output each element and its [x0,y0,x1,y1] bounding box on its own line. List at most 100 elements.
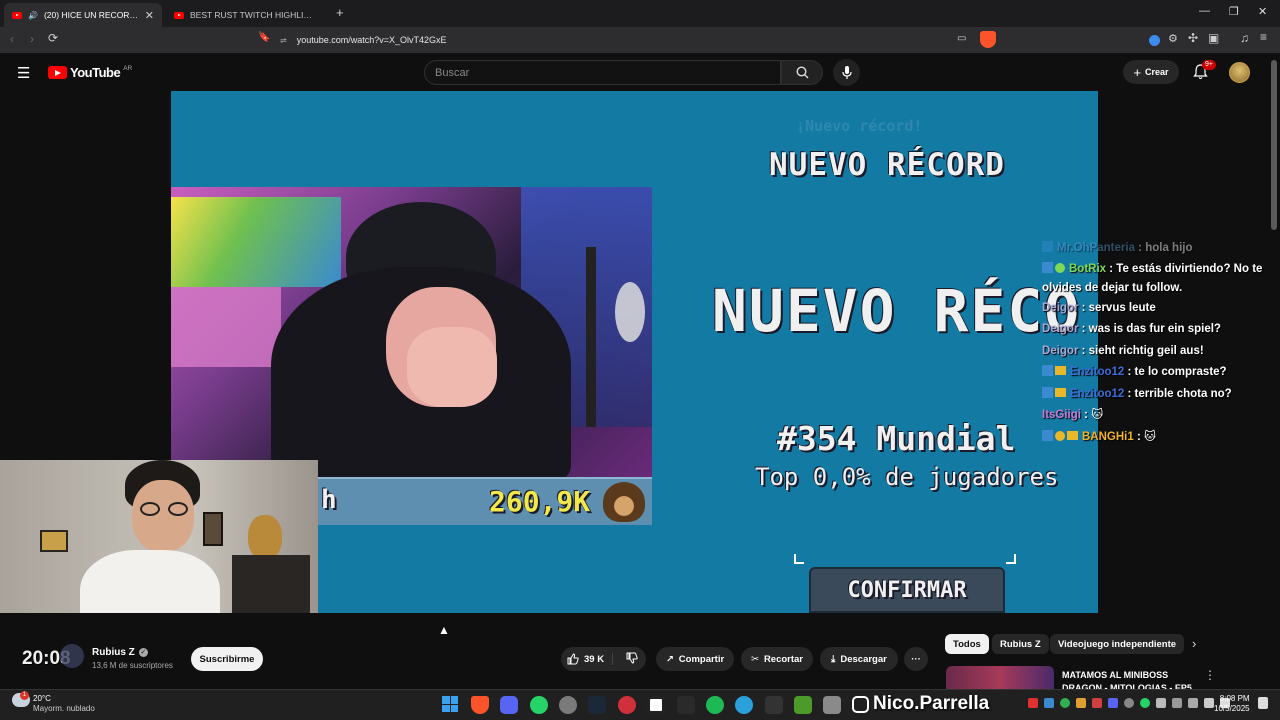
notifications-button[interactable]: 9+ [1193,60,1216,85]
related-video-thumbnail[interactable] [946,666,1054,690]
chat-user: Deigor [1042,323,1079,335]
notion-taskbar-icon[interactable] [647,696,665,714]
channel-name-row[interactable]: Rubius Z ✓ [92,647,148,658]
brave-taskbar-icon[interactable] [471,696,489,714]
chevron-right-icon[interactable]: › [1192,636,1196,651]
address-bar[interactable]: ⇌ youtube.com/watch?v=X_OlvT42GxE [280,29,1000,51]
spotify-taskbar-icon[interactable] [706,696,724,714]
chat-user: Enzitoo12 [1070,366,1125,378]
chat-user: Mr.OhPanteria [1057,242,1135,254]
more-vertical-icon[interactable]: ⋮ [1204,668,1216,682]
chat-text: te lo compraste? [1134,366,1227,378]
channel-avatar[interactable] [60,644,84,668]
avatar[interactable] [1229,62,1250,83]
taskbar-date: 10/5/2025 [1214,704,1250,713]
microphone-icon [841,65,852,79]
chat-user: BotRix [1069,262,1107,275]
minimize-window-icon[interactable]: — [1199,5,1210,17]
download-button[interactable]: ⤓ Descargar [820,647,898,671]
microphone-tray-icon[interactable] [1172,698,1182,708]
notifications-center-icon[interactable] [1258,697,1268,709]
forward-icon[interactable]: › [30,32,34,46]
whatsapp-taskbar-icon[interactable] [530,696,548,714]
new-tab-button[interactable]: + [336,5,344,20]
tray-icon[interactable] [1060,698,1070,708]
search-input[interactable]: Buscar [424,60,781,85]
more-actions-button[interactable]: ··· [904,647,928,671]
like-button[interactable]: 39 K [567,653,614,665]
streamer-webcam [171,187,652,477]
tray-icon[interactable] [1108,698,1118,708]
browser-tab-active[interactable]: 🔊 (20) HICE UN RECORD MUNDIAL ✕ [4,3,162,27]
sidebar-icon[interactable]: ▣ [1208,31,1219,45]
tray-icon[interactable] [1124,698,1134,708]
region-code: AR [123,64,133,72]
cast-icon[interactable]: ▭ [957,33,966,44]
share-button[interactable]: ↗ Compartir [656,647,734,671]
chip-todos[interactable]: Todos [945,634,989,654]
media-icon[interactable]: ♫ [1240,31,1249,45]
site-info-icon[interactable]: ⇌ [280,36,287,45]
start-button[interactable] [442,696,458,712]
browser-tab[interactable]: BEST RUST TWITCH HIGHLIGHTS AND [166,3,326,27]
score-prefix: h [321,485,337,515]
extension-icon[interactable] [1149,35,1160,46]
reload-icon[interactable]: ⟳ [48,31,58,45]
dislike-button[interactable] [618,652,638,667]
brave-shield-icon[interactable] [980,31,996,48]
game-title-small: NUEVO RÉCORD [769,147,1005,183]
taskbar-time: 8:08 PM [1219,694,1250,703]
extension-icon[interactable]: ⚙ [1168,32,1178,45]
game-title-large: NUEVO RÉCO [712,277,1082,345]
back-icon[interactable]: ‹ [10,32,14,46]
chat-badge-icon [1042,241,1053,252]
steam-taskbar-icon[interactable] [588,696,606,714]
clip-button[interactable]: ✂ Recortar [741,647,813,671]
youtube-logo[interactable]: YouTube AR [48,65,132,80]
files-taskbar-icon[interactable] [823,696,841,714]
app-taskbar-icon[interactable] [618,696,636,714]
chip-indie-game[interactable]: Videojuego independiente [1050,634,1185,654]
related-video-title[interactable]: MATAMOS AL MINIBOSS DRAGON - MITOLOGIAS … [1062,669,1192,689]
youtube-favicon-icon [12,11,22,19]
weather-widget[interactable]: 20°C Mayorm. nublado [33,694,95,714]
voice-search-button[interactable] [833,59,860,86]
like-count: 39 K [584,653,605,665]
system-tray[interactable] [1028,698,1230,708]
tray-icon[interactable] [1140,698,1150,708]
tray-icon[interactable] [1028,698,1038,708]
epic-games-taskbar-icon[interactable] [677,696,695,714]
search-button[interactable] [781,60,823,85]
page-scrollbar[interactable] [1271,60,1277,230]
chrome-taskbar-icon[interactable] [559,696,577,714]
extensions-puzzle-icon[interactable]: ✣ [1188,31,1198,45]
crown-icon [1067,430,1078,440]
chat-message: Enzitoo12 : te lo compraste? [1042,362,1280,384]
close-tab-icon[interactable]: ✕ [145,9,154,22]
search-icon [795,66,808,79]
taskbar-clock[interactable]: 8:08 PM 10/5/2025 [1214,694,1250,714]
capcut-taskbar-icon[interactable] [765,696,783,714]
tray-icon[interactable] [1044,698,1054,708]
close-window-icon[interactable]: ✕ [1258,5,1267,18]
restore-window-icon[interactable]: ❐ [1229,5,1239,18]
discord-taskbar-icon[interactable] [500,696,518,714]
hamburger-menu-icon[interactable]: ☰ [17,64,30,82]
subscribe-button[interactable]: Suscribirme [191,647,263,671]
chat-text: terrible chota no? [1134,387,1232,400]
network-icon[interactable] [1204,698,1214,708]
tray-icon[interactable] [1092,698,1102,708]
confirm-button: CONFIRMAR [809,567,1005,613]
minecraft-taskbar-icon[interactable] [794,696,812,714]
create-button[interactable]: + Crear [1123,60,1179,84]
tray-icon[interactable] [1156,698,1166,708]
watermark: Nico.Parrella [852,693,989,715]
bookmark-icon[interactable]: 🔖 [258,32,270,43]
plus-icon: + [1133,64,1142,80]
instagram-icon [852,695,869,713]
tray-icon[interactable] [1076,698,1086,708]
display-tray-icon[interactable] [1188,698,1198,708]
menu-icon[interactable]: ≡ [1260,30,1267,44]
chip-channel[interactable]: Rubius Z [992,634,1049,654]
telegram-taskbar-icon[interactable] [735,696,753,714]
